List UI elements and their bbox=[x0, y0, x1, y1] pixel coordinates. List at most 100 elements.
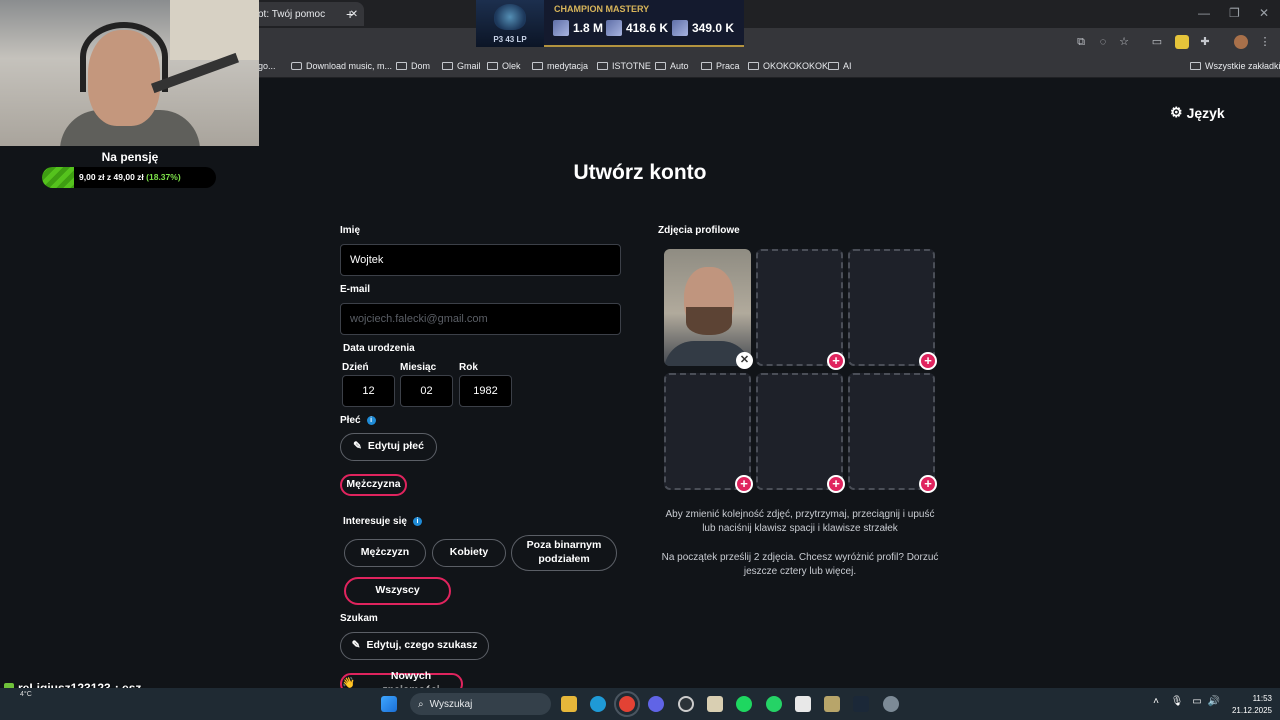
folder-icon bbox=[701, 62, 712, 70]
pencil-icon: ✎ bbox=[353, 440, 362, 453]
champion-icon bbox=[606, 20, 622, 36]
edit-gender-button[interactable]: ✎ Edytuj płeć bbox=[340, 433, 437, 461]
bookmark-folder[interactable]: Praca bbox=[701, 61, 740, 71]
monitor-icon[interactable]: ▭ bbox=[1189, 696, 1205, 712]
bookmark-folder[interactable]: AI bbox=[828, 61, 852, 71]
obs-icon[interactable] bbox=[678, 696, 694, 712]
bookmark-star-icon[interactable]: ☆ bbox=[1117, 35, 1131, 49]
tab-title: ot: Twój pomoc bbox=[258, 8, 326, 20]
language-button[interactable]: ⚙ Język bbox=[1170, 104, 1225, 121]
edge-icon[interactable] bbox=[590, 696, 606, 712]
steam-icon[interactable] bbox=[853, 696, 869, 712]
photo-slot[interactable] bbox=[756, 373, 843, 490]
extension-icon[interactable] bbox=[1175, 35, 1189, 49]
install-app-icon[interactable]: ⧉ bbox=[1074, 35, 1088, 49]
all-bookmarks[interactable]: Wszystkie zakładki bbox=[1190, 61, 1280, 71]
email-field[interactable]: wojciech.falecki@gmail.com bbox=[340, 303, 621, 335]
day-label: Dzień bbox=[342, 362, 369, 373]
bookmark-folder[interactable]: medytacja bbox=[532, 61, 588, 71]
interest-option-women[interactable]: Kobiety bbox=[432, 539, 506, 567]
photo-slot[interactable] bbox=[664, 373, 751, 490]
name-label: Imię bbox=[340, 225, 361, 236]
name-field[interactable]: Wojtek bbox=[340, 244, 621, 276]
app-icon[interactable] bbox=[707, 696, 723, 712]
mastery-stat: 349.0 K bbox=[672, 20, 734, 36]
minimize-icon[interactable]: — bbox=[1198, 6, 1210, 20]
gmail-icon bbox=[442, 62, 453, 70]
folder-icon bbox=[597, 62, 608, 70]
league-client-icon[interactable] bbox=[824, 696, 840, 712]
edit-looking-button[interactable]: ✎ Edytuj, czego szukasz bbox=[340, 632, 489, 660]
add-photo-icon[interactable]: + bbox=[827, 475, 845, 493]
pencil-icon: ✎ bbox=[351, 639, 361, 652]
info-icon[interactable]: i bbox=[366, 415, 376, 425]
add-photo-icon[interactable]: + bbox=[919, 352, 937, 370]
email-label: E-mail bbox=[340, 284, 371, 295]
weather-temp: 4°C bbox=[20, 691, 32, 698]
discord-icon[interactable] bbox=[648, 696, 664, 712]
remove-photo-icon[interactable]: ✕ bbox=[736, 352, 753, 369]
photos-reorder-hint: Aby zmienić kolejność zdjęć, przytrzymaj… bbox=[665, 509, 935, 534]
info-icon[interactable]: i bbox=[412, 516, 422, 526]
bookmark-folder[interactable]: Dom bbox=[396, 61, 430, 71]
page-title: Utwórz konto bbox=[573, 161, 707, 184]
bookmark-folder[interactable]: ISTOTNE bbox=[597, 61, 651, 71]
webcam-overlay bbox=[0, 0, 259, 146]
start-windows-icon[interactable] bbox=[381, 696, 397, 712]
gender-chip[interactable]: Mężczyzna bbox=[340, 474, 407, 496]
mastery-stat: 418.6 K bbox=[606, 20, 668, 36]
gender-label: Płeć i bbox=[340, 415, 376, 426]
year-field[interactable]: 1982 bbox=[459, 375, 512, 407]
hide-icon[interactable]: ◌ bbox=[1096, 35, 1110, 49]
champion-icon bbox=[553, 20, 569, 36]
clock[interactable]: 11:53 21.12.2025 bbox=[1228, 693, 1272, 717]
bookmark-folder[interactable]: Olek bbox=[487, 61, 521, 71]
photo-slot[interactable] bbox=[848, 373, 935, 490]
bookmark-folder[interactable]: OKOKOKOKOK bbox=[748, 61, 828, 71]
photo-slot[interactable] bbox=[756, 249, 843, 366]
profile-photo[interactable] bbox=[664, 249, 751, 366]
interest-option-everyone[interactable]: Wszyscy bbox=[344, 577, 451, 605]
add-photo-icon[interactable]: + bbox=[735, 475, 753, 493]
interest-option-nonbinary[interactable]: Poza binarnym podziałem bbox=[511, 535, 617, 571]
file-explorer-icon[interactable] bbox=[561, 696, 577, 712]
close-window-icon[interactable]: ✕ bbox=[1259, 6, 1269, 20]
taskbar-search[interactable]: ⌕ Wyszukaj bbox=[410, 693, 551, 715]
microphone-icon[interactable]: 🎙 bbox=[1169, 696, 1185, 712]
folder-icon bbox=[396, 62, 407, 70]
app-icon[interactable] bbox=[795, 696, 811, 712]
chrome-icon[interactable] bbox=[614, 691, 640, 717]
folder-icon bbox=[1190, 62, 1201, 70]
folder-icon bbox=[655, 62, 666, 70]
whatsapp-icon[interactable] bbox=[766, 696, 782, 712]
photo-slot[interactable] bbox=[848, 249, 935, 366]
page-icon bbox=[291, 62, 302, 70]
add-photo-icon[interactable]: + bbox=[827, 352, 845, 370]
add-photo-icon[interactable]: + bbox=[919, 475, 937, 493]
bookmark-item[interactable]: Download music, m... bbox=[291, 61, 392, 71]
bookmark-item[interactable]: Gmail bbox=[442, 61, 481, 71]
year-label: Rok bbox=[459, 362, 478, 373]
tray-chevron-icon[interactable]: ˄ bbox=[1148, 696, 1164, 712]
month-field[interactable]: 02 bbox=[400, 375, 453, 407]
bookmark-item[interactable]: go... bbox=[258, 61, 276, 71]
interest-option-men[interactable]: Mężczyzn bbox=[344, 539, 426, 567]
taskbar: 4°C ⌕ Wyszukaj ˄ 🎙 ▭ 🔊 bbox=[0, 688, 1280, 720]
spotify-icon[interactable] bbox=[736, 696, 752, 712]
mastery-crown-icon bbox=[494, 4, 526, 30]
mastery-rank: P3 43 LP bbox=[493, 35, 527, 44]
volume-icon[interactable]: 🔊 bbox=[1206, 696, 1222, 712]
folder-icon bbox=[487, 62, 498, 70]
profile-avatar[interactable] bbox=[1234, 35, 1248, 49]
cast-icon[interactable]: ▭ bbox=[1150, 35, 1164, 49]
champion-mastery-overlay: P3 43 LP CHAMPION MASTERY 1.8 M 418.6 K … bbox=[476, 0, 744, 47]
restore-icon[interactable]: ❐ bbox=[1229, 6, 1240, 20]
folder-icon bbox=[532, 62, 543, 70]
extensions-puzzle-icon[interactable]: ✚ bbox=[1198, 35, 1212, 49]
settings-gear-icon[interactable] bbox=[883, 696, 899, 712]
menu-dots-icon[interactable]: ⋮ bbox=[1258, 35, 1272, 49]
folder-icon bbox=[828, 62, 839, 70]
day-field[interactable]: 12 bbox=[342, 375, 395, 407]
new-tab-button[interactable]: + bbox=[346, 6, 354, 22]
bookmark-folder[interactable]: Auto bbox=[655, 61, 689, 71]
